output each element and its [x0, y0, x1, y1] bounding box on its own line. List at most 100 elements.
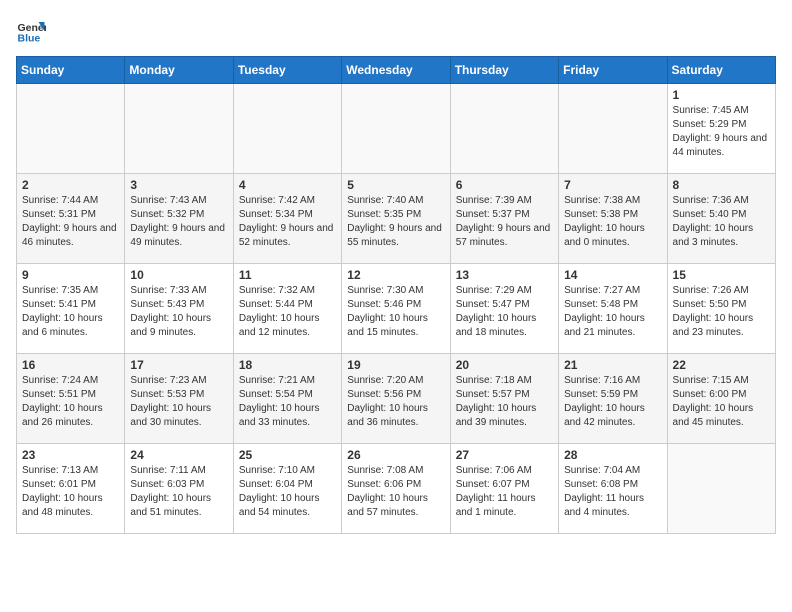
- day-cell: 4 Sunrise: 7:42 AM Sunset: 5:34 PM Daylig…: [233, 174, 341, 264]
- day-info: Sunrise: 7:35 AM Sunset: 5:41 PM Dayligh…: [22, 284, 119, 340]
- day-cell: 27Sunrise: 7:06 AM Sunset: 6:07 PM Dayli…: [450, 444, 558, 534]
- day-info: Sunrise: 7:24 AM Sunset: 5:51 PM Dayligh…: [22, 374, 119, 430]
- day-cell: 24 Sunrise: 7:11 AM Sunset: 6:03 PM Dayli…: [125, 444, 233, 534]
- week-row-3: 16 Sunrise: 7:24 AM Sunset: 5:51 PM Dayli…: [17, 354, 776, 444]
- day-info: Sunrise: 7:45 AM Sunset: 5:29 PM Dayligh…: [673, 104, 770, 160]
- day-number: 5: [347, 178, 444, 192]
- day-info: Sunrise: 7:08 AM Sunset: 6:06 PM Dayligh…: [347, 464, 444, 520]
- day-cell: 16 Sunrise: 7:24 AM Sunset: 5:51 PM Dayli…: [17, 354, 125, 444]
- day-cell: 20Sunrise: 7:18 AM Sunset: 5:57 PM Dayli…: [450, 354, 558, 444]
- header-thursday: Thursday: [450, 57, 558, 84]
- day-info: Sunrise: 7:26 AM Sunset: 5:50 PM Dayligh…: [673, 284, 770, 340]
- day-info: Sunrise: 7:44 AM Sunset: 5:31 PM Dayligh…: [22, 194, 119, 250]
- week-row-1: 2 Sunrise: 7:44 AM Sunset: 5:31 PM Daylig…: [17, 174, 776, 264]
- day-cell: 15Sunrise: 7:26 AM Sunset: 5:50 PM Dayli…: [667, 264, 775, 354]
- day-cell: [125, 84, 233, 174]
- day-cell: [667, 444, 775, 534]
- week-row-0: 1 Sunrise: 7:45 AM Sunset: 5:29 PM Daylig…: [17, 84, 776, 174]
- day-number: 18: [239, 358, 336, 372]
- day-number: 12: [347, 268, 444, 282]
- day-cell: 28 Sunrise: 7:04 AM Sunset: 6:08 PM Dayli…: [559, 444, 667, 534]
- week-row-4: 23 Sunrise: 7:13 AM Sunset: 6:01 PM Dayli…: [17, 444, 776, 534]
- day-cell: [559, 84, 667, 174]
- day-number: 16: [22, 358, 119, 372]
- day-number: 19: [347, 358, 444, 372]
- day-info: Sunrise: 7:13 AM Sunset: 6:01 PM Dayligh…: [22, 464, 119, 520]
- day-number: 4: [239, 178, 336, 192]
- day-cell: [233, 84, 341, 174]
- day-number: 2: [22, 178, 119, 192]
- day-info: Sunrise: 7:29 AM Sunset: 5:47 PM Dayligh…: [456, 284, 553, 340]
- day-cell: 23 Sunrise: 7:13 AM Sunset: 6:01 PM Dayli…: [17, 444, 125, 534]
- day-cell: 26 Sunrise: 7:08 AM Sunset: 6:06 PM Dayli…: [342, 444, 450, 534]
- day-number: 28: [564, 448, 661, 462]
- day-number: 3: [130, 178, 227, 192]
- day-number: 11: [239, 268, 336, 282]
- day-info: Sunrise: 7:42 AM Sunset: 5:34 PM Dayligh…: [239, 194, 336, 250]
- week-row-2: 9 Sunrise: 7:35 AM Sunset: 5:41 PM Daylig…: [17, 264, 776, 354]
- logo-icon: General Blue: [16, 16, 46, 46]
- day-number: 23: [22, 448, 119, 462]
- day-info: Sunrise: 7:39 AM Sunset: 5:37 PM Dayligh…: [456, 194, 553, 250]
- day-cell: 25 Sunrise: 7:10 AM Sunset: 6:04 PM Dayli…: [233, 444, 341, 534]
- day-number: 1: [673, 88, 770, 102]
- day-cell: [342, 84, 450, 174]
- day-info: Sunrise: 7:38 AM Sunset: 5:38 PM Dayligh…: [564, 194, 661, 250]
- day-cell: 14 Sunrise: 7:27 AM Sunset: 5:48 PM Dayli…: [559, 264, 667, 354]
- day-info: Sunrise: 7:27 AM Sunset: 5:48 PM Dayligh…: [564, 284, 661, 340]
- day-info: Sunrise: 7:40 AM Sunset: 5:35 PM Dayligh…: [347, 194, 444, 250]
- day-cell: 6 Sunrise: 7:39 AM Sunset: 5:37 PM Daylig…: [450, 174, 558, 264]
- day-number: 8: [673, 178, 770, 192]
- logo: General Blue: [16, 16, 50, 46]
- header-tuesday: Tuesday: [233, 57, 341, 84]
- day-cell: 2 Sunrise: 7:44 AM Sunset: 5:31 PM Daylig…: [17, 174, 125, 264]
- day-number: 26: [347, 448, 444, 462]
- header-friday: Friday: [559, 57, 667, 84]
- day-info: Sunrise: 7:23 AM Sunset: 5:53 PM Dayligh…: [130, 374, 227, 430]
- header-sunday: Sunday: [17, 57, 125, 84]
- day-cell: 18Sunrise: 7:21 AM Sunset: 5:54 PM Dayli…: [233, 354, 341, 444]
- day-info: Sunrise: 7:32 AM Sunset: 5:44 PM Dayligh…: [239, 284, 336, 340]
- calendar-table: SundayMondayTuesdayWednesdayThursdayFrid…: [16, 56, 776, 534]
- day-number: 21: [564, 358, 661, 372]
- svg-text:Blue: Blue: [18, 33, 41, 45]
- day-cell: 10 Sunrise: 7:33 AM Sunset: 5:43 PM Dayli…: [125, 264, 233, 354]
- day-cell: 1 Sunrise: 7:45 AM Sunset: 5:29 PM Daylig…: [667, 84, 775, 174]
- day-number: 24: [130, 448, 227, 462]
- header-saturday: Saturday: [667, 57, 775, 84]
- day-cell: 22 Sunrise: 7:15 AM Sunset: 6:00 PM Dayli…: [667, 354, 775, 444]
- day-cell: 5 Sunrise: 7:40 AM Sunset: 5:35 PM Daylig…: [342, 174, 450, 264]
- header-row: SundayMondayTuesdayWednesdayThursdayFrid…: [17, 57, 776, 84]
- day-cell: [450, 84, 558, 174]
- day-number: 27: [456, 448, 553, 462]
- day-info: Sunrise: 7:10 AM Sunset: 6:04 PM Dayligh…: [239, 464, 336, 520]
- header-wednesday: Wednesday: [342, 57, 450, 84]
- day-cell: 7Sunrise: 7:38 AM Sunset: 5:38 PM Daylig…: [559, 174, 667, 264]
- day-info: Sunrise: 7:18 AM Sunset: 5:57 PM Dayligh…: [456, 374, 553, 430]
- day-number: 13: [456, 268, 553, 282]
- day-number: 17: [130, 358, 227, 372]
- day-number: 6: [456, 178, 553, 192]
- day-cell: 11 Sunrise: 7:32 AM Sunset: 5:44 PM Dayli…: [233, 264, 341, 354]
- day-info: Sunrise: 7:30 AM Sunset: 5:46 PM Dayligh…: [347, 284, 444, 340]
- day-cell: [17, 84, 125, 174]
- day-cell: 13 Sunrise: 7:29 AM Sunset: 5:47 PM Dayli…: [450, 264, 558, 354]
- day-number: 10: [130, 268, 227, 282]
- day-number: 14: [564, 268, 661, 282]
- header: General Blue: [16, 16, 776, 46]
- day-info: Sunrise: 7:11 AM Sunset: 6:03 PM Dayligh…: [130, 464, 227, 520]
- day-number: 9: [22, 268, 119, 282]
- day-info: Sunrise: 7:04 AM Sunset: 6:08 PM Dayligh…: [564, 464, 661, 520]
- day-cell: 12 Sunrise: 7:30 AM Sunset: 5:46 PM Dayli…: [342, 264, 450, 354]
- day-number: 22: [673, 358, 770, 372]
- header-monday: Monday: [125, 57, 233, 84]
- day-info: Sunrise: 7:33 AM Sunset: 5:43 PM Dayligh…: [130, 284, 227, 340]
- day-number: 25: [239, 448, 336, 462]
- day-cell: 21 Sunrise: 7:16 AM Sunset: 5:59 PM Dayli…: [559, 354, 667, 444]
- day-cell: 8 Sunrise: 7:36 AM Sunset: 5:40 PM Daylig…: [667, 174, 775, 264]
- day-cell: 19Sunrise: 7:20 AM Sunset: 5:56 PM Dayli…: [342, 354, 450, 444]
- day-info: Sunrise: 7:16 AM Sunset: 5:59 PM Dayligh…: [564, 374, 661, 430]
- day-info: Sunrise: 7:36 AM Sunset: 5:40 PM Dayligh…: [673, 194, 770, 250]
- day-cell: 9 Sunrise: 7:35 AM Sunset: 5:41 PM Daylig…: [17, 264, 125, 354]
- day-info: Sunrise: 7:15 AM Sunset: 6:00 PM Dayligh…: [673, 374, 770, 430]
